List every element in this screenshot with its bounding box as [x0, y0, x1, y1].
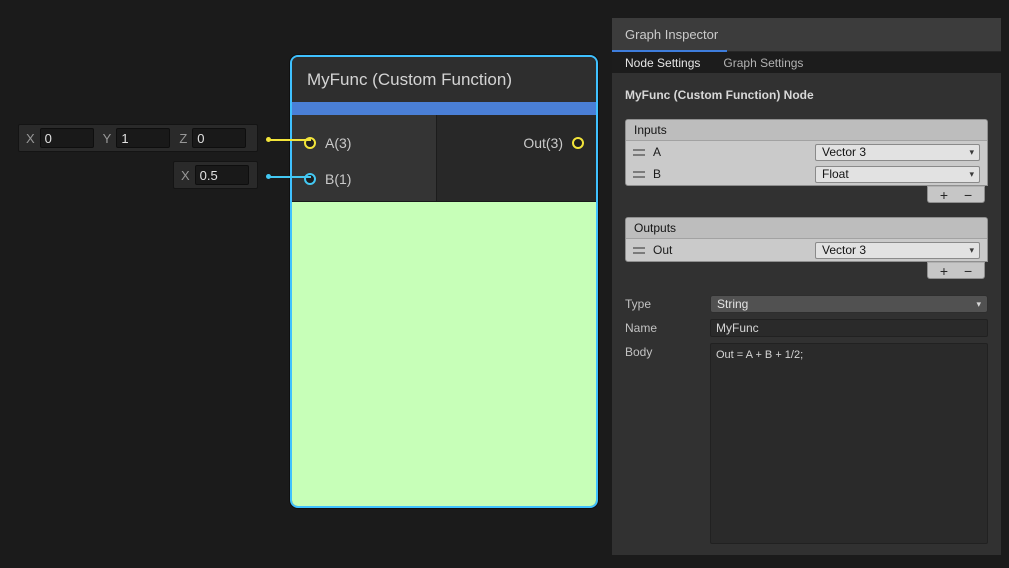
name-property-row: Name — [625, 319, 988, 337]
inspector-tab-bar: Node Settings Graph Settings — [612, 52, 1001, 73]
inspector-body: MyFunc (Custom Function) Node Inputs A V… — [612, 73, 1001, 544]
float-x-group: X — [181, 165, 249, 185]
type-value: String — [717, 297, 748, 311]
float-input-widget: X — [173, 161, 258, 189]
vector3-y-group: Y — [103, 128, 171, 148]
chevron-down-icon: ▾ — [969, 246, 974, 255]
chevron-down-icon: ▾ — [976, 300, 981, 309]
type-dropdown[interactable]: String ▾ — [710, 295, 988, 313]
node-input-ports: A(3) B(1) — [292, 115, 437, 201]
body-field[interactable]: Out = A + B + 1/2; — [710, 343, 988, 544]
inputs-list-header: Inputs — [626, 120, 987, 141]
port-b-label: B(1) — [325, 171, 351, 187]
vector3-z-field[interactable] — [192, 128, 246, 148]
tab-graph-settings[interactable]: Graph Settings — [723, 56, 803, 70]
drag-handle-icon[interactable] — [633, 247, 645, 254]
port-a-label: A(3) — [325, 135, 351, 151]
chevron-down-icon: ▾ — [969, 148, 974, 157]
node-preview — [292, 202, 596, 506]
output-out-name: Out — [645, 243, 815, 257]
inputs-row-b[interactable]: B Float ▾ — [626, 163, 987, 185]
float-x-label: X — [181, 168, 190, 183]
vector3-x-field[interactable] — [40, 128, 94, 148]
type-property-row: Type String ▾ — [625, 295, 988, 313]
vector3-y-field[interactable] — [116, 128, 170, 148]
tab-node-settings[interactable]: Node Settings — [625, 56, 700, 70]
body-label: Body — [625, 343, 710, 359]
drag-handle-icon[interactable] — [633, 149, 645, 156]
outputs-list-header: Outputs — [626, 218, 987, 239]
port-b-connector-icon[interactable] — [304, 173, 316, 185]
output-out-type-dropdown[interactable]: Vector 3 ▾ — [815, 242, 980, 259]
input-b-name: B — [645, 167, 815, 181]
vector3-output-dot-icon[interactable] — [266, 137, 271, 142]
port-out-label: Out(3) — [523, 135, 563, 151]
node-title: MyFunc (Custom Function) — [307, 70, 512, 90]
inputs-list: Inputs A Vector 3 ▾ B Float ▾ — [625, 119, 988, 186]
input-a-type-value: Vector 3 — [822, 145, 866, 159]
input-a-name: A — [645, 145, 815, 159]
remove-output-button[interactable]: − — [964, 264, 972, 278]
vector3-y-label: Y — [103, 131, 112, 146]
body-property-row: Body Out = A + B + 1/2; — [625, 343, 988, 544]
node-output-ports: Out(3) — [437, 115, 596, 201]
float-output-dot-icon[interactable] — [266, 174, 271, 179]
graph-inspector-title: Graph Inspector — [625, 27, 718, 42]
node-port-section: A(3) B(1) Out(3) — [292, 115, 596, 202]
port-row-b: B(1) — [292, 161, 436, 197]
port-row-out: Out(3) — [437, 125, 596, 161]
outputs-list: Outputs Out Vector 3 ▾ — [625, 217, 988, 262]
graph-inspector-panel: Graph Inspector Node Settings Graph Sett… — [612, 18, 1001, 555]
custom-function-node[interactable]: MyFunc (Custom Function) A(3) B(1) Out(3… — [290, 55, 598, 508]
active-window-tab-indicator — [612, 50, 727, 52]
outputs-row-out[interactable]: Out Vector 3 ▾ — [626, 239, 987, 261]
add-output-button[interactable]: + — [940, 264, 948, 278]
outputs-list-controls: + − — [927, 262, 985, 279]
remove-input-button[interactable]: − — [964, 188, 972, 202]
inspected-node-heading: MyFunc (Custom Function) Node — [625, 88, 988, 102]
node-accent-bar — [292, 102, 596, 115]
output-out-type-value: Vector 3 — [822, 243, 866, 257]
name-label: Name — [625, 319, 710, 335]
inputs-list-footer: + − — [625, 186, 988, 203]
add-input-button[interactable]: + — [940, 188, 948, 202]
port-row-a: A(3) — [292, 125, 436, 161]
float-x-field[interactable] — [195, 165, 249, 185]
outputs-list-footer: + − — [625, 262, 988, 279]
vector3-x-group: X — [26, 128, 94, 148]
inputs-list-controls: + − — [927, 186, 985, 203]
graph-inspector-header[interactable]: Graph Inspector — [612, 18, 1001, 52]
vector3-z-group: Z — [179, 128, 246, 148]
input-a-type-dropdown[interactable]: Vector 3 ▾ — [815, 144, 980, 161]
node-title-bar[interactable]: MyFunc (Custom Function) — [292, 57, 596, 102]
edge-float-to-b[interactable] — [269, 176, 311, 178]
vector3-z-label: Z — [179, 131, 187, 146]
name-field[interactable] — [710, 319, 988, 337]
chevron-down-icon: ▾ — [969, 170, 974, 179]
vector3-x-label: X — [26, 131, 35, 146]
edge-vector3-to-a[interactable] — [269, 139, 311, 141]
type-label: Type — [625, 295, 710, 311]
port-out-connector-icon[interactable] — [572, 137, 584, 149]
drag-handle-icon[interactable] — [633, 171, 645, 178]
input-b-type-dropdown[interactable]: Float ▾ — [815, 166, 980, 183]
vector3-input-widget: X Y Z — [18, 124, 258, 152]
input-b-type-value: Float — [822, 167, 849, 181]
inputs-row-a[interactable]: A Vector 3 ▾ — [626, 141, 987, 163]
